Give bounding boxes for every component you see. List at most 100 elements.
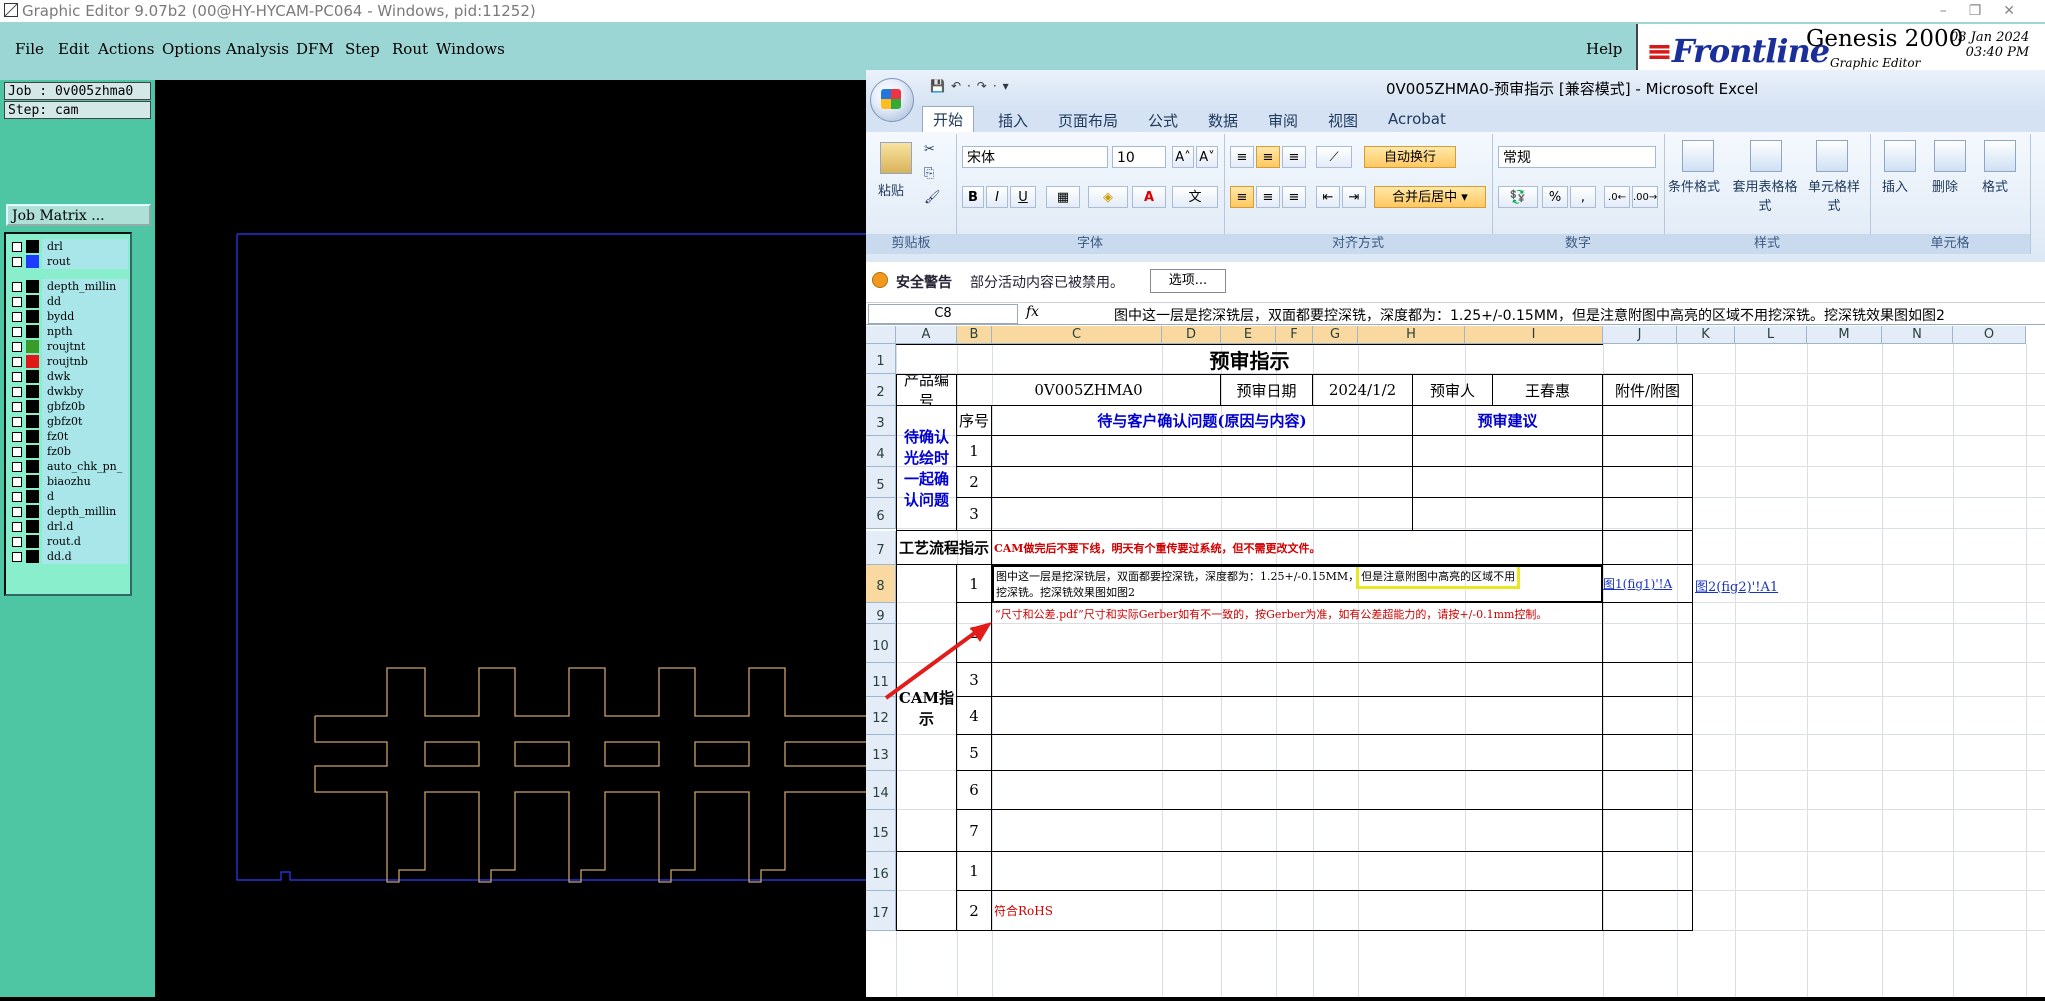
pending-issue-cell[interactable] [992,436,1413,467]
layer-checkbox[interactable] [12,297,22,307]
fill-color-icon[interactable]: ◈ [1088,186,1128,208]
layer-checkbox[interactable] [12,282,22,292]
spreadsheet-grid[interactable]: A B C D E F G H I J K L M N O 1 2 3 4 5 6 7 8 9 10 11 12 13 14 15 16 17… [866,326,2045,997]
security-options-button[interactable]: 选项... [1150,269,1226,293]
column-header-b[interactable]: B [957,326,992,344]
number-format-combo[interactable]: 常规 [1498,146,1656,168]
attach-link-fig2[interactable]: 图2(fig2)'!A1 [1695,576,1778,595]
column-header-d[interactable]: D [1162,326,1221,344]
date-label-cell[interactable]: 预审日期 [1221,374,1313,406]
menu-options[interactable]: Options [162,40,221,58]
menu-actions[interactable]: Actions [98,40,154,58]
column-header-e[interactable]: E [1221,326,1276,344]
menu-rout[interactable]: Rout [392,40,428,58]
cam-attach-cell[interactable] [1603,735,1693,771]
pending-seq-cell[interactable]: 1 [957,436,992,467]
date-value-cell[interactable]: 2024/1/2 [1313,374,1413,406]
row-header-1[interactable]: 1 [866,344,896,374]
seq-label-cell[interactable]: 序号 [957,406,992,436]
layer-checkbox[interactable] [12,387,22,397]
column-header-c[interactable]: C [992,326,1162,344]
orientation-icon[interactable]: ⟋ [1316,146,1352,168]
cam-seq-cell[interactable]: 1 [957,565,992,603]
process-note-cell[interactable]: CAM做完后不要下线，明天有个重传要过系统，但不需更改文件。 [992,531,1603,565]
menu-edit[interactable]: Edit [58,40,89,58]
layer-checkbox[interactable] [12,477,22,487]
cam-seq-cell[interactable]: 5 [957,735,992,771]
layer-row[interactable]: rout [8,254,128,269]
column-header-f[interactable]: F [1276,326,1313,344]
layer-checkbox[interactable] [12,507,22,517]
job-matrix-button[interactable]: Job Matrix ... [6,204,151,226]
product-value-cell[interactable]: 0V005ZHMA0 [957,374,1221,406]
minimize-button[interactable]: – [1940,3,1969,19]
tab-acrobat[interactable]: Acrobat [1388,110,1446,128]
decrease-decimal-icon[interactable]: .00→ [1632,186,1658,208]
row-header-14[interactable]: 14 [866,771,896,810]
close-button[interactable]: ✕ [2003,3,2037,19]
row-header-16[interactable]: 16 [866,852,896,891]
cam-attach-cell[interactable] [1603,697,1693,735]
comma-button[interactable]: , [1570,186,1596,208]
layer-checkbox[interactable] [12,327,22,337]
align-bottom-icon[interactable]: ≡ [1282,146,1306,168]
increase-indent-icon[interactable]: ⇥ [1342,186,1366,208]
cam-instruction-cell[interactable] [992,697,1603,735]
layer-checkbox[interactable] [12,342,22,352]
layer-checkbox[interactable] [12,357,22,367]
row-header-17[interactable]: 17 [866,891,896,931]
underline-button[interactable]: U [1010,186,1036,208]
bold-button[interactable]: B [962,186,984,208]
insert-button[interactable]: 插入 [1882,176,1908,195]
pending-seq-cell[interactable]: 2 [957,467,992,498]
format-painter-icon[interactable]: 🖌 [924,190,941,205]
bottom-instruction-cell[interactable] [992,852,1603,891]
bottom-seq-cell[interactable]: 2 [957,891,992,931]
layer-row[interactable]: roujtnt [8,339,128,354]
layer-row[interactable]: depth_millin [8,279,128,294]
attach-cell-9[interactable] [1603,603,1693,663]
pending-attach-cell[interactable] [1603,436,1693,467]
row-header-7[interactable]: 7 [866,531,896,565]
menu-analysis[interactable]: Analysis [226,40,289,58]
menu-help[interactable]: Help [1586,40,1622,58]
layer-checkbox[interactable] [12,447,22,457]
pending-suggest-cell[interactable] [1413,467,1603,498]
layer-row[interactable]: dwkby [8,384,128,399]
cam-attach-cell[interactable] [1603,771,1693,810]
bottom-seq-cell[interactable]: 1 [957,852,992,891]
bottom-attach-cell[interactable] [1603,891,1693,931]
pending-suggest-cell[interactable] [1413,436,1603,467]
italic-button[interactable]: I [986,186,1008,208]
row-header-2[interactable]: 2 [866,374,896,406]
menu-dfm[interactable]: DFM [296,40,334,58]
grow-font-icon[interactable]: A˄ [1172,146,1194,168]
column-header-h[interactable]: H [1358,326,1465,344]
tab-formulas[interactable]: 公式 [1148,110,1178,131]
row-header-6[interactable]: 6 [866,498,896,529]
layer-row[interactable]: biaozhu [8,474,128,489]
layer-row[interactable]: d [8,489,128,504]
graphic-canvas[interactable] [155,80,868,997]
bottom-attach-cell[interactable] [1603,852,1693,891]
currency-icon[interactable]: 💱 [1498,186,1538,208]
tab-page-layout[interactable]: 页面布局 [1058,110,1118,131]
layer-row[interactable]: drl [8,239,128,254]
restore-button[interactable]: ❐ [1969,3,2004,19]
column-header-k[interactable]: K [1677,326,1735,344]
attach-cell-7[interactable] [1603,531,1693,565]
cam-seq-cell[interactable]: 7 [957,810,992,852]
cam-instruction-cell[interactable] [992,771,1603,810]
reviewer-label-cell[interactable]: 预审人 [1413,374,1493,406]
pending-label-cell[interactable]: 待确认光绘时一起确认问题 [896,406,957,531]
row-header-13[interactable]: 13 [866,735,896,771]
layer-checkbox[interactable] [12,432,22,442]
layer-row[interactable]: gbfz0b [8,399,128,414]
wrap-text-button[interactable]: 自动换行 [1364,146,1456,168]
pending-issue-cell[interactable] [992,467,1413,498]
layer-checkbox[interactable] [12,462,22,472]
layer-checkbox[interactable] [12,312,22,322]
cell-style-button[interactable]: 单元格样式 [1808,176,1860,214]
attach-label-cell[interactable]: 附件/附图 [1603,374,1693,406]
shrink-font-icon[interactable]: A˅ [1196,146,1218,168]
